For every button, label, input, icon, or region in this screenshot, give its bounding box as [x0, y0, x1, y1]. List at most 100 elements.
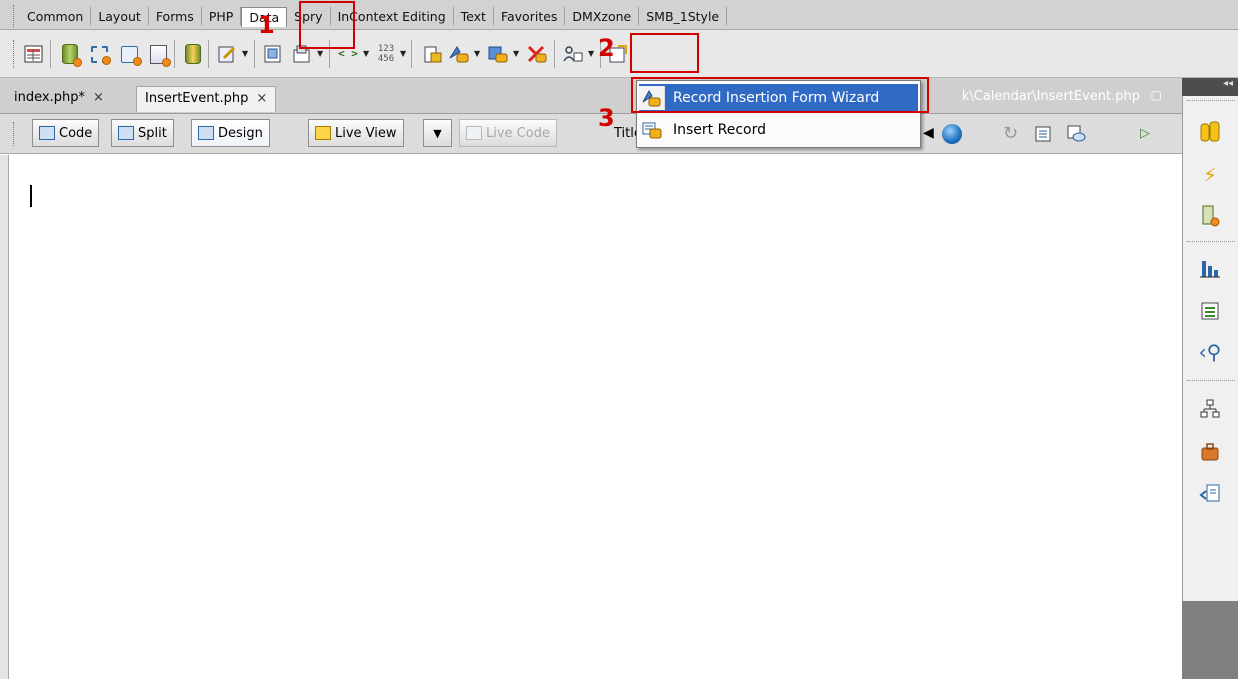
left-frame: [0, 155, 8, 679]
toolbar-grip[interactable]: [13, 40, 16, 68]
delete-record-icon[interactable]: [525, 42, 549, 66]
doc-tab-insertevent[interactable]: InsertEvent.php ×: [136, 86, 277, 112]
text-caret: [30, 185, 32, 207]
chevron-down-icon[interactable]: ▼: [242, 49, 248, 58]
annotation-box-wizard-item: [631, 77, 929, 113]
chevron-down-icon: ▼: [433, 126, 442, 140]
separator: [411, 40, 412, 68]
preview-in-browser-icon[interactable]: [942, 124, 962, 144]
separator: [1187, 380, 1235, 381]
live-code-button[interactable]: Live Code: [459, 119, 557, 147]
doc-tab-index[interactable]: index.php* ×: [6, 86, 112, 112]
chevron-down-icon[interactable]: ▼: [513, 49, 519, 58]
play-icon[interactable]: ▷: [1140, 126, 1160, 146]
annotation-box-data-tab: [299, 1, 355, 49]
live-code-label: Live Code: [486, 125, 550, 141]
assets-panel-icon[interactable]: [1197, 439, 1223, 465]
panel-grip[interactable]: [13, 5, 16, 27]
insert-record-icon[interactable]: [447, 42, 471, 66]
visual-aids-icon[interactable]: [1066, 124, 1086, 144]
chevron-down-icon[interactable]: ▼: [474, 49, 480, 58]
tab-favorites[interactable]: Favorites: [494, 7, 566, 25]
server-behaviors-panel-icon[interactable]: ⚡: [1197, 162, 1223, 188]
live-code-icon: [466, 126, 482, 140]
live-view-options-button[interactable]: ▼: [423, 119, 452, 147]
restore-window-icon[interactable]: ▢: [1151, 88, 1162, 102]
panel-dock: ◂◂ ⚡ ‹⚲: [1182, 78, 1238, 679]
chevron-down-icon[interactable]: ▼: [400, 49, 406, 58]
separator: [254, 40, 255, 68]
code-view-button[interactable]: Code: [32, 119, 100, 147]
insert-record-icon: [639, 118, 665, 142]
snippets-panel-icon[interactable]: [1197, 480, 1223, 506]
menu-item-insert-record[interactable]: Insert Record: [639, 116, 918, 144]
stored-procedure-icon[interactable]: [87, 42, 111, 66]
chevron-down-icon[interactable]: ▼: [363, 49, 369, 58]
tab-common[interactable]: Common: [20, 7, 92, 25]
tag-inspector-panel-icon[interactable]: [1197, 298, 1223, 324]
live-view-button[interactable]: Live View: [308, 119, 404, 147]
insert-record-form-icon[interactable]: [420, 42, 444, 66]
close-icon[interactable]: ×: [93, 90, 104, 105]
panel-icons-strip: ⚡ ‹⚲: [1182, 96, 1238, 601]
annotation-box-insert-record-button: [630, 33, 699, 73]
chevron-down-icon[interactable]: ▼: [317, 49, 323, 58]
annotation-step-1: 1: [258, 11, 275, 39]
design-view-button[interactable]: Design: [191, 119, 270, 147]
insert-category-tabs: Common Layout Forms PHP Data Spry InCont…: [20, 7, 728, 27]
code-view-label: Code: [59, 125, 93, 141]
import-tabular-data-icon[interactable]: [22, 42, 46, 66]
document-path: k\Calendar\InsertEvent.php: [961, 89, 1140, 104]
design-view-label: Design: [218, 125, 263, 141]
expand-panels-icon[interactable]: ◂◂: [1182, 78, 1238, 96]
lightning-icon: [315, 126, 331, 140]
reference-panel-icon[interactable]: ‹⚲: [1197, 339, 1223, 365]
tab-text[interactable]: Text: [454, 7, 494, 25]
recordset-icon[interactable]: [58, 42, 82, 67]
design-canvas[interactable]: [8, 155, 1182, 679]
live-view-label: Live View: [335, 125, 397, 141]
separator: [1187, 100, 1235, 101]
menu-item-label: Insert Record: [673, 122, 766, 138]
file-management-icon[interactable]: ◀: [923, 125, 943, 145]
code-view-icon: [39, 126, 55, 140]
design-view-icon: [198, 126, 214, 140]
doc-tab-label: index.php*: [14, 90, 85, 105]
doc-tab-label: InsertEvent.php: [145, 91, 249, 106]
view-options-icon[interactable]: [1034, 124, 1054, 144]
chevron-down-icon[interactable]: ▼: [588, 49, 594, 58]
separator: [554, 40, 555, 68]
separator: [174, 40, 175, 68]
components-panel-icon[interactable]: [1197, 256, 1223, 282]
separator: [1187, 241, 1235, 242]
insert-bar-icons: ▼ ▼ < > ▼ 123 456 ▼ ▼ ▼ ▼: [0, 30, 1238, 78]
dynamic-data-icon[interactable]: [117, 42, 142, 66]
update-record-icon[interactable]: [486, 42, 510, 66]
close-icon[interactable]: ×: [256, 91, 267, 106]
databases-panel-icon[interactable]: [1197, 119, 1223, 145]
split-view-label: Split: [138, 125, 167, 141]
tab-php[interactable]: PHP: [202, 7, 242, 25]
tab-smb-1style[interactable]: SMB_1Style: [639, 7, 728, 25]
tab-layout[interactable]: Layout: [91, 7, 149, 25]
tab-dmxzone[interactable]: DMXzone: [565, 7, 640, 25]
recordset-paging-icon[interactable]: [215, 42, 239, 66]
refresh-icon[interactable]: ↻: [1003, 124, 1023, 144]
document-toolbar: Code Split Design Live View ▼ Live Code …: [0, 114, 1182, 154]
separator: [208, 40, 209, 68]
annotation-step-2: 2: [598, 34, 615, 62]
files-panel-icon[interactable]: [1197, 396, 1223, 422]
number-format-icon[interactable]: 123 456: [374, 42, 398, 66]
repeated-region-icon[interactable]: [146, 42, 171, 67]
insert-bar-tabs: Common Layout Forms PHP Data Spry InCont…: [0, 0, 1238, 30]
separator: [50, 40, 51, 68]
go-to-detail-page-icon[interactable]: [261, 42, 285, 66]
document-tabs-bar: index.php* × InsertEvent.php × k\Calendar\…: [0, 78, 1182, 114]
annotation-step-3: 3: [598, 104, 615, 132]
split-view-button[interactable]: Split: [111, 119, 174, 147]
toolbar-grip[interactable]: [13, 122, 16, 146]
show-region-icon[interactable]: [181, 42, 205, 66]
user-authentication-icon[interactable]: [561, 42, 585, 66]
bindings-panel-icon[interactable]: [1197, 203, 1223, 229]
tab-forms[interactable]: Forms: [149, 7, 202, 25]
